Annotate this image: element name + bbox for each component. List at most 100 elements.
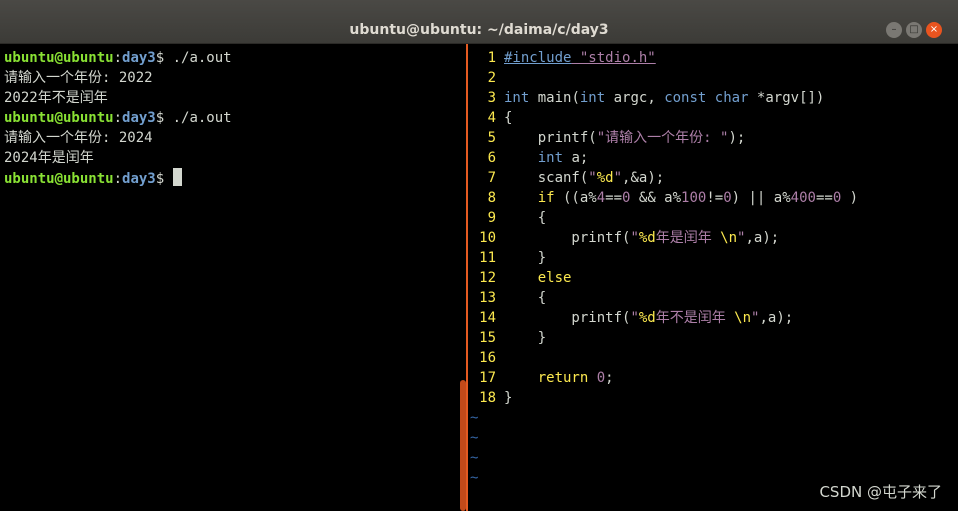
line-number: 1 (487, 50, 496, 66)
terminal-output: 请输入一个年份: 2024 (4, 130, 153, 146)
editor-pane[interactable]: 1 #include "stdio.h" 2 3 int main(int argc… (468, 44, 958, 511)
prompt-user: ubuntu@ubuntu (4, 50, 114, 66)
code-token: } (504, 330, 547, 346)
code-token: 4 (596, 190, 606, 206)
terminal-window: ubuntu@ubuntu: ~/daima/c/day3 – □ × ubun… (0, 0, 958, 511)
prompt-user: ubuntu@ubuntu (4, 110, 114, 126)
code-token: else (537, 270, 572, 286)
line-number: 14 (479, 310, 496, 326)
line-number: 7 (487, 170, 496, 186)
line-number: 10 (479, 230, 496, 246)
code-line: 1 #include "stdio.h" (468, 48, 958, 68)
code-line: 8 if ((a%4==0 && a%100!=0) || a%400==0 ) (468, 188, 958, 208)
code-token: return (537, 370, 589, 386)
code-line: 15 } (468, 328, 958, 348)
code-token: ) (841, 190, 859, 206)
code-token: scanf( (504, 170, 589, 186)
empty-line-marker: ~ (470, 450, 479, 466)
code-line: 17 return 0; (468, 368, 958, 388)
line-number: 6 (487, 150, 496, 166)
line-number: 16 (479, 350, 496, 366)
code-token: \n (734, 310, 752, 326)
code-line: 14 printf("%d年不是闰年 \n",a); (468, 308, 958, 328)
code-token: { (504, 290, 547, 306)
minimize-button[interactable]: – (886, 22, 902, 38)
code-token: const (664, 90, 707, 106)
code-token: { (504, 110, 513, 126)
line-number: 2 (487, 70, 496, 86)
code-token: 0 (832, 190, 842, 206)
code-token: argc, (605, 90, 665, 106)
command-text: $ ./a.out (155, 110, 232, 126)
terminal-pane[interactable]: ubuntu@ubuntu:day3$ ./a.out 请输入一个年份: 202… (0, 44, 466, 511)
code-token: == (605, 190, 623, 206)
code-line: 6 int a; (468, 148, 958, 168)
code-token: 年是闰年 (655, 230, 721, 246)
terminal-output: 请输入一个年份: 2022 (4, 70, 153, 86)
code-line: 4{ (468, 108, 958, 128)
line-number: 9 (487, 210, 496, 226)
code-line: 11 } (468, 248, 958, 268)
code-line: 13 { (468, 288, 958, 308)
code-token: main( (529, 90, 580, 106)
window-title: ubuntu@ubuntu: ~/daima/c/day3 (349, 22, 609, 38)
code-token: 0 (596, 370, 606, 386)
line-number: 13 (479, 290, 496, 306)
prompt-dir: day3 (122, 171, 156, 187)
code-token: 400 (790, 190, 816, 206)
code-token: if (537, 190, 555, 206)
code-token: ); (728, 130, 746, 146)
line-number: 8 (487, 190, 496, 206)
prompt-sep: : (113, 50, 123, 66)
code-token: printf( (504, 230, 631, 246)
text-cursor (172, 168, 182, 186)
code-token: ,&a); (622, 170, 665, 186)
code-token: \n (720, 230, 738, 246)
close-button[interactable]: × (926, 22, 942, 38)
code-token: 年不是闰年 (655, 310, 735, 326)
code-token: a; (563, 150, 589, 166)
code-token: "stdio.h" (571, 50, 656, 66)
maximize-button[interactable]: □ (906, 22, 922, 38)
code-token: " (630, 310, 639, 326)
watermark: CSDN @屯子来了 (819, 483, 942, 501)
code-token: } (504, 250, 547, 266)
code-token: { (504, 210, 547, 226)
code-line: 16 (468, 348, 958, 368)
prompt-dir: day3 (122, 110, 156, 126)
code-token: #include (504, 50, 572, 66)
code-token: ((a% (554, 190, 597, 206)
code-token: printf( (504, 130, 597, 146)
code-line: 7 scanf("%d",&a); (468, 168, 958, 188)
code-token: " (613, 170, 623, 186)
code-token: == (815, 190, 833, 206)
code-line: 3 int main(int argc, const char *argv[]) (468, 88, 958, 108)
code-token: " (630, 230, 639, 246)
line-number: 4 (487, 110, 496, 126)
prompt-sep: : (113, 110, 123, 126)
prompt-sep: : (113, 171, 123, 187)
prompt-dir: day3 (122, 50, 156, 66)
code-token: ; (605, 370, 614, 386)
line-number: 17 (479, 370, 496, 386)
code-token: char (714, 90, 749, 106)
code-token: 0 (723, 190, 732, 206)
code-token: ,a); (759, 310, 794, 326)
code-token: ) || a% (731, 190, 791, 206)
line-number: 3 (487, 90, 496, 106)
code-token: " (588, 170, 597, 186)
terminal-line: ubuntu@ubuntu:day3$ ./a.out (4, 108, 466, 128)
code-line: 18} (468, 388, 958, 408)
code-token: "请输入一个年份: " (596, 130, 729, 146)
terminal-line: ubuntu@ubuntu:day3$ (4, 168, 466, 188)
code-token: printf( (504, 310, 631, 326)
code-token: ,a); (745, 230, 780, 246)
code-token: } (504, 390, 513, 406)
code-line: 10 printf("%d年是闰年 \n",a); (468, 228, 958, 248)
title-bar[interactable]: ubuntu@ubuntu: ~/daima/c/day3 – □ × (0, 0, 958, 44)
code-token: int (537, 150, 564, 166)
code-token: %d (638, 230, 656, 246)
empty-line-marker: ~ (470, 430, 479, 446)
